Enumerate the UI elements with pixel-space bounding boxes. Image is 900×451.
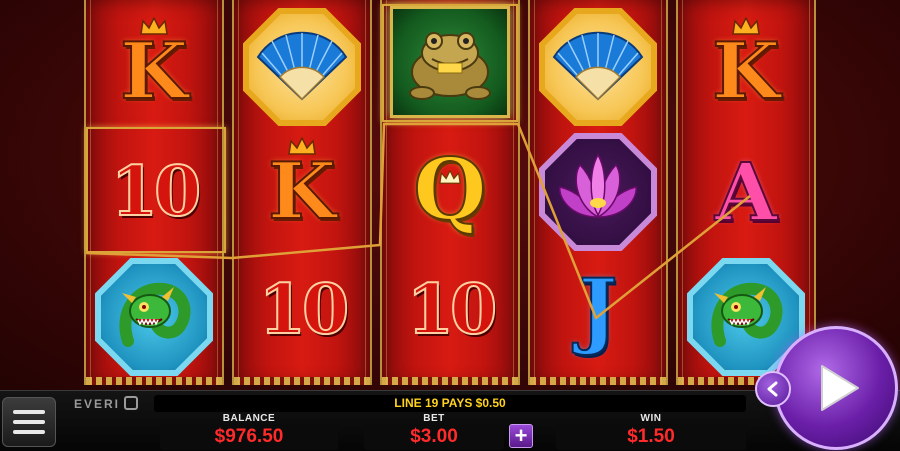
crown-icon <box>732 17 760 35</box>
win-message: LINE 19 PAYS $0.50 <box>154 395 746 412</box>
crown-icon <box>288 137 316 155</box>
symbol-10: 10 <box>382 248 518 372</box>
symbol-label: 10 <box>406 270 499 350</box>
win-label: WIN <box>640 413 662 424</box>
symbol-label: K <box>711 26 781 117</box>
spin-button[interactable] <box>774 326 898 450</box>
dragon-icon <box>95 258 213 376</box>
symbol-k: K <box>234 130 370 254</box>
bet-label: BET <box>423 413 445 424</box>
crown-icon <box>140 17 168 35</box>
symbol-label: K <box>119 26 189 117</box>
symbol-label: K <box>267 146 337 237</box>
brand-logo: EVERI <box>74 397 121 411</box>
symbol-dragon <box>86 255 222 379</box>
symbol-a: A <box>678 130 814 254</box>
symbol-lotus <box>530 130 666 254</box>
fan-icon <box>539 8 657 126</box>
win-highlight <box>86 127 226 253</box>
win-highlight <box>382 4 518 122</box>
lotus-icon <box>539 133 657 251</box>
symbol-label: Q <box>412 140 487 239</box>
symbol-label: 10 <box>258 270 351 350</box>
menu-button[interactable] <box>2 397 56 447</box>
symbol-fan <box>530 5 666 129</box>
reel-2: K 10 <box>232 0 372 385</box>
back-button[interactable] <box>755 371 791 407</box>
symbol-10: 10 <box>234 248 370 372</box>
symbol-fan <box>234 5 370 129</box>
play-triangle-icon <box>821 365 859 411</box>
symbol-label: A <box>714 145 778 239</box>
symbol-q: Q <box>382 128 518 252</box>
win-value: $1.50 <box>556 424 746 450</box>
reel-area: K 10 K 10 Q 10 J K A <box>0 0 900 390</box>
brand-logo-mark-icon <box>124 396 138 410</box>
symbol-label: J <box>578 262 619 358</box>
chevron-left-icon <box>767 381 778 397</box>
fan-icon <box>243 8 361 126</box>
hamburger-menu-icon <box>13 410 45 414</box>
bet-increase-button[interactable]: + <box>509 424 533 448</box>
balance-label: BALANCE <box>222 413 276 424</box>
reel-4: J <box>528 0 668 385</box>
reel-5: K A <box>676 0 816 385</box>
symbol-k: K <box>86 10 222 134</box>
bet-value: $3.00 <box>364 424 504 450</box>
crown-icon <box>439 170 461 184</box>
symbol-j: J <box>530 248 666 372</box>
symbol-k: K <box>678 10 814 134</box>
balance-value: $976.50 <box>160 424 338 450</box>
